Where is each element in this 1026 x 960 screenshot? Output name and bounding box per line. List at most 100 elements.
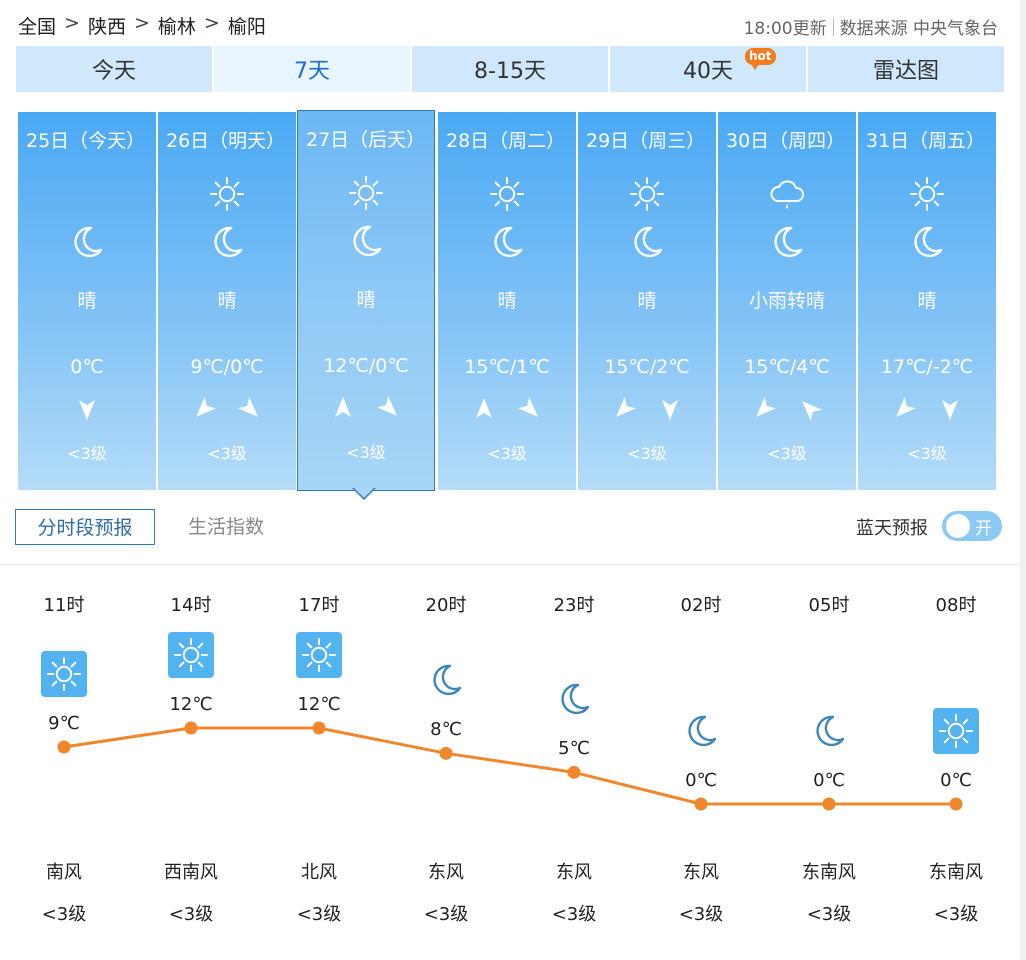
wind-directions (858, 396, 996, 422)
day-wind-level: <3级 (907, 444, 947, 463)
breadcrumb-separator: > (133, 12, 150, 34)
day-wind-level: <3级 (487, 444, 527, 463)
hour-label: 17时 (298, 595, 340, 616)
day-date: 30日（周四） (726, 130, 846, 152)
wind-directions (158, 396, 296, 422)
hour-wind-level: <3级 (806, 904, 852, 925)
hour-wind: 北风 (301, 862, 337, 883)
hour-temperature: 12℃ (297, 694, 341, 715)
hour-wind: 南风 (46, 862, 82, 883)
hour-temperature: 5℃ (558, 738, 590, 760)
wind-directions (298, 395, 434, 421)
hour-temperature: 0℃ (685, 770, 717, 791)
scrollbar[interactable] (1020, 0, 1026, 960)
sun-icon (627, 174, 667, 214)
tab-radar[interactable]: 雷达图 (808, 46, 1004, 92)
breadcrumb-item-province[interactable]: 陕西 (88, 12, 126, 39)
hour-wind-level: <3级 (423, 904, 469, 925)
day-temperature: 15℃/1℃ (464, 356, 550, 378)
blue-sky-label: 蓝天预报 (856, 518, 928, 539)
hour-label: 08时 (935, 595, 977, 616)
tab-label: 40天 (683, 59, 733, 84)
wind-directions (578, 396, 716, 422)
day-temperature: 0℃ (70, 356, 104, 378)
day-temperature: 12℃/0℃ (323, 355, 409, 377)
breadcrumb-item-country[interactable]: 全国 (18, 12, 56, 39)
day-card[interactable]: 25日（今天） 晴 0℃ <3级 (18, 112, 156, 490)
forecast-tabs: 今天 7天 8-15天 40天 hot 雷达图 (16, 46, 1004, 92)
tab-life-index[interactable]: 生活指数 (172, 509, 280, 545)
day-weather: 晴 (356, 289, 376, 311)
hour-temperature: 9℃ (48, 713, 80, 734)
tab-7-days[interactable]: 7天 (214, 46, 410, 92)
wind-arrow-icon (798, 396, 823, 422)
hour-wind: 东南风 (929, 862, 983, 883)
day-temperature: 17℃/-2℃ (880, 356, 974, 378)
wind-directions (18, 396, 156, 422)
day-wind-level: <3级 (627, 444, 667, 463)
day-card[interactable]: 26日（明天） 晴 9℃/0℃ <3级 (158, 112, 296, 490)
breadcrumb-item-city[interactable]: 榆林 (158, 12, 196, 39)
moon-icon (806, 708, 852, 754)
moon-icon (678, 708, 724, 754)
day-weather: 小雨转晴 (748, 290, 825, 312)
hour-wind-level: <3级 (551, 904, 597, 925)
day-card[interactable]: 30日（周四） 小雨转晴 15℃/4℃ <3级 (718, 112, 856, 490)
sun-icon (41, 651, 87, 697)
day-temperature: 9℃/0℃ (190, 356, 264, 378)
wind-arrow-icon (892, 396, 917, 422)
day-wind-level: <3级 (767, 444, 807, 463)
moon-icon (487, 222, 527, 262)
temperature-point (57, 740, 71, 754)
day-card[interactable]: 29日（周三） 晴 15℃/2℃ <3级 (578, 112, 716, 490)
moon-icon (207, 222, 247, 262)
hour-wind-level: <3级 (678, 904, 724, 925)
day-card[interactable]: 27日（后天） 晴 12℃/0℃ <3级 (297, 110, 435, 491)
hour-wind-level: <3级 (168, 904, 214, 925)
temperature-point (567, 765, 581, 779)
tab-40-days[interactable]: 40天 hot (610, 46, 806, 92)
hour-wind-level: <3级 (41, 904, 87, 925)
day-card[interactable]: 28日（周二） 晴 15℃/1℃ <3级 (438, 112, 576, 490)
blue-sky-toggle[interactable]: 开 (942, 511, 1002, 541)
temperature-point (822, 797, 836, 811)
daily-forecast: 25日（今天） 晴 0℃ <3级 26日（明天） 晴 9℃/0℃ <3级 27日（后天） 晴 12℃… (18, 110, 996, 491)
hour-temperature: 0℃ (813, 770, 845, 791)
breadcrumb-separator: > (64, 12, 80, 34)
day-date: 31日（周五） (866, 130, 986, 152)
tab-hourly-forecast[interactable]: 分时段预报 (15, 509, 155, 545)
hot-badge: hot (745, 48, 776, 70)
hour-wind: 东风 (683, 862, 719, 883)
sun-icon (207, 174, 247, 214)
selected-day-pointer (352, 487, 376, 500)
breadcrumb-item-district: 榆阳 (227, 16, 266, 38)
hour-label: 20时 (425, 595, 467, 616)
hour-label: 05时 (808, 595, 850, 616)
day-wind-level: <3级 (207, 444, 247, 463)
wind-arrow-icon (517, 396, 542, 422)
moon-icon (907, 222, 947, 262)
day-wind-level: <3级 (346, 443, 386, 462)
wind-arrow-icon (658, 396, 682, 422)
hour-label: 11时 (43, 595, 85, 616)
hourly-forecast: 11时 南风 <3级 9℃ 14时 西南风 <3级 12℃ 17时 北风 <3级 12℃ 20时 东风 <3… (0, 565, 1020, 960)
sun-icon (487, 174, 527, 214)
temperature-point (694, 797, 708, 811)
wind-arrow-icon (331, 395, 355, 421)
tab-today[interactable]: 今天 (16, 46, 212, 92)
temperature-point (184, 721, 198, 735)
source-label: 数据来源 中央气象台 (839, 19, 998, 39)
moon-icon (346, 221, 386, 261)
breadcrumb: 全国 > 陕西 > 榆林 > 榆阳 (18, 12, 266, 39)
sun-icon (168, 632, 214, 678)
day-card[interactable]: 31日（周五） 晴 17℃/-2℃ <3级 (858, 112, 996, 490)
tab-8-15-days[interactable]: 8-15天 (412, 46, 608, 92)
hour-label: 14时 (170, 595, 212, 616)
toggle-state: 开 (975, 519, 992, 539)
hour-wind-level: <3级 (296, 904, 342, 925)
hour-wind: 西南风 (164, 862, 218, 883)
temperature-point (439, 746, 453, 760)
data-source: 18:00更新 数据来源 中央气象台 (744, 14, 998, 39)
wind-arrow-icon (472, 396, 496, 422)
day-date: 25日（今天） (26, 130, 146, 152)
